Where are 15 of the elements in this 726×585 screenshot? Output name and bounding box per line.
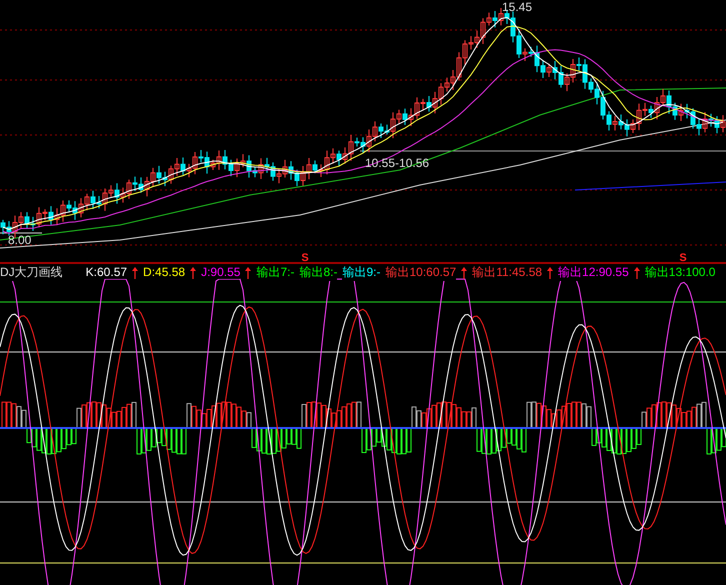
indicator-value: J:90.55 [201, 265, 240, 279]
indicator-value: 输出12:90.55 [558, 264, 629, 280]
indicator-value: 输出10:60.57 [386, 264, 456, 280]
indicator-value: 输出9:- [342, 264, 380, 280]
indicator-value: D:45.58 [143, 265, 186, 279]
indicator-value: K:60.57 [86, 265, 128, 279]
signal-mark: S [679, 252, 687, 262]
indicator-title: DJ大刀画线 [0, 264, 63, 280]
price-label: 15.45 [502, 0, 532, 14]
indicator-value: 输出7:- [256, 264, 294, 280]
indicator-value: 输出8:- [299, 264, 338, 280]
signal-mark: S [301, 252, 309, 262]
indicator-value: 输出11:45.58 [472, 264, 542, 280]
indicator-value: 输出13:100.0 [644, 264, 716, 280]
price-label: 8.00 [8, 233, 32, 247]
